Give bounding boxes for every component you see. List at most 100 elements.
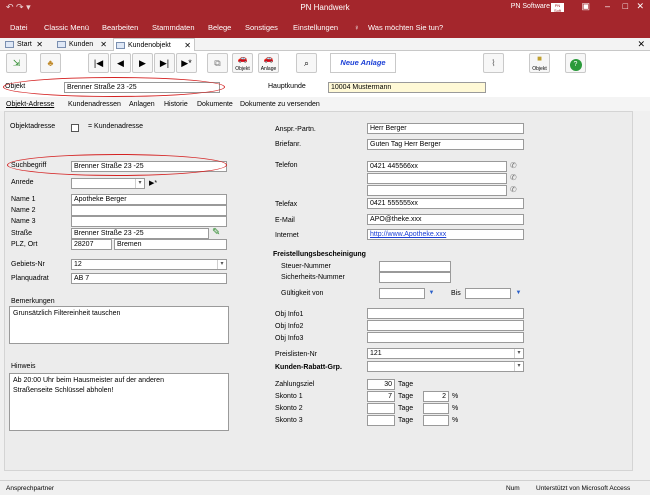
objekt-button[interactable]: 🚗 Objekt [232, 53, 253, 73]
maximize-icon[interactable]: □ [623, 1, 628, 11]
new-record-icon[interactable]: ▶* [176, 53, 197, 73]
telefon1-field[interactable]: 0421 445566xx [367, 161, 507, 172]
hinweis-textarea[interactable]: Ab 20:00 Uhr beim Hausmeister auf der an… [9, 373, 229, 431]
map-icon[interactable]: ✎ [212, 227, 220, 238]
minimize-icon[interactable]: – [605, 1, 610, 11]
info2-label: Obj Info2 [275, 323, 304, 330]
skonto1-label: Skonto 1 [275, 393, 303, 400]
objektadresse-label: Objektadresse [10, 123, 56, 130]
internet-label: Internet [275, 232, 299, 239]
gebiet-select[interactable]: 12 ▾ [71, 259, 227, 270]
phone-icon[interactable]: ✆ [510, 161, 517, 170]
paperclip-icon[interactable]: ⌇ [483, 53, 504, 73]
telefon3-field[interactable] [367, 185, 507, 196]
telefon-label: Telefon [275, 162, 298, 169]
ribbon-display-icon[interactable]: ▣ [581, 1, 590, 12]
telefax-field[interactable]: 0421 555555xx [367, 198, 524, 209]
name3-label: Name 3 [11, 218, 36, 225]
briefanr-field[interactable]: Guten Tag Herr Berger [367, 139, 524, 150]
gueltig-bis-field[interactable] [465, 288, 511, 299]
preisliste-select[interactable]: 121 ▾ [367, 348, 524, 359]
ort-field[interactable]: Bremen [114, 239, 227, 250]
exit-icon[interactable]: ⇲ [6, 53, 27, 73]
menu-belege[interactable]: Belege [208, 23, 231, 32]
hauptkunde-field[interactable]: 10004 Mustermann [328, 82, 486, 93]
chevron-down-icon[interactable]: ▾ [514, 362, 523, 371]
name1-field[interactable]: Apotheke Berger [71, 194, 227, 205]
tab-kundenobjekt[interactable]: Kundenobjekt ✕ [113, 38, 195, 51]
objekt-right-button[interactable]: ■ Objekt [529, 53, 550, 73]
phone-icon[interactable]: ✆ [510, 173, 517, 182]
skonto1-pct-field[interactable]: 2 [423, 391, 449, 402]
menu-sonstiges[interactable]: Sonstiges [245, 23, 278, 32]
annotation-circle [7, 154, 227, 176]
chevron-down-icon[interactable]: ▾ [217, 260, 226, 269]
menu-datei[interactable]: Datei [10, 23, 28, 32]
info1-field[interactable] [367, 308, 524, 319]
rabatt-select[interactable]: ▾ [367, 361, 524, 372]
bemerkungen-textarea[interactable]: Grunsätzlich Filtereinheit tauschen [9, 306, 229, 344]
menu-bearbeiten[interactable]: Bearbeiten [102, 23, 138, 32]
strasse-label: Straße [11, 230, 33, 237]
telefon2-field[interactable] [367, 173, 507, 184]
close-icon[interactable]: ✕ [636, 1, 644, 12]
menu-tell-me[interactable]: Was möchten Sie tun? [368, 23, 443, 32]
dropdown-arrow-icon[interactable]: ▼ [427, 289, 436, 298]
menu-einstellungen[interactable]: Einstellungen [293, 23, 338, 32]
strasse-field[interactable]: Brenner Straße 23 -25 [71, 228, 209, 239]
close-tab-icon[interactable]: ✕ [36, 38, 43, 51]
skonto1-tage-field[interactable]: 7 [367, 391, 395, 402]
anrede-select[interactable]: ▾ [71, 178, 145, 189]
menu-stammdaten[interactable]: Stammdaten [152, 23, 195, 32]
steuer-field[interactable] [379, 261, 451, 272]
tab-objekt-adresse[interactable]: Objekt-Adresse [6, 101, 54, 108]
skonto2-pct-field[interactable] [423, 403, 449, 414]
first-record-icon[interactable]: |◀ [88, 53, 109, 73]
email-field[interactable]: APO@theke.xxx [367, 214, 524, 225]
internet-link[interactable]: http://www.Apotheke.xxx [367, 229, 524, 240]
phone-icon[interactable]: ✆ [510, 185, 517, 194]
tab-historie[interactable]: Historie [164, 101, 188, 108]
tab-anlagen[interactable]: Anlagen [129, 101, 155, 108]
new-anrede-icon[interactable]: ▶* [149, 179, 157, 187]
anlage-button[interactable]: 🚗 Anlage [258, 53, 279, 73]
help-icon[interactable]: ? [565, 53, 586, 73]
annotation-circle [3, 77, 225, 97]
skonto3-pct-field[interactable] [423, 415, 449, 426]
search-icon[interactable]: ⌕ [296, 53, 317, 73]
tab-kunden[interactable]: Kunden ✕ [55, 38, 110, 51]
skonto2-pct-label: % [452, 405, 459, 412]
name2-field[interactable] [71, 205, 227, 216]
previous-record-icon[interactable]: ◀ [110, 53, 131, 73]
skonto2-tage-field[interactable] [367, 403, 395, 414]
zahlungsziel-field[interactable]: 30 [367, 379, 395, 390]
gueltig-von-field[interactable] [379, 288, 425, 299]
tab-kundenadressen[interactable]: Kundenadressen [68, 101, 121, 108]
ansprech-field[interactable]: Herr Berger [367, 123, 524, 134]
skonto3-tage-field[interactable] [367, 415, 395, 426]
tab-dokumente[interactable]: Dokumente [197, 101, 233, 108]
tab-dokumente-versenden[interactable]: Dokumente zu versenden [240, 101, 320, 108]
copy-icon[interactable]: ⧉ [207, 53, 228, 73]
close-all-icon[interactable]: ✕ [637, 39, 645, 50]
info2-field[interactable] [367, 320, 524, 331]
next-record-icon[interactable]: ▶ [132, 53, 153, 73]
close-tab-icon[interactable]: ✕ [100, 38, 107, 51]
plz-field[interactable]: 28207 [71, 239, 112, 250]
tab-start[interactable]: Start ✕ [3, 38, 49, 51]
sicherheit-field[interactable] [379, 272, 451, 283]
neue-anlage-button[interactable]: Neue Anlage [330, 53, 396, 73]
name3-field[interactable] [71, 216, 227, 227]
users-icon[interactable]: ♣ [40, 53, 61, 73]
chevron-down-icon[interactable]: ▾ [135, 179, 144, 188]
form-toolbar: ⇲ ♣ |◀ ◀ ▶ ▶| ▶* ⧉ 🚗 Objekt 🚗 Anlage ⌕ Neu… [0, 51, 650, 79]
vertical-scrollbar[interactable] [634, 111, 642, 471]
kundenadresse-checkbox[interactable] [71, 124, 79, 132]
planquadrat-field[interactable]: AB 7 [71, 273, 227, 284]
menu-classic[interactable]: Classic Menü [44, 23, 89, 32]
user-name: PN Software [510, 3, 550, 10]
last-record-icon[interactable]: ▶| [154, 53, 175, 73]
dropdown-arrow-icon[interactable]: ▼ [514, 289, 523, 298]
chevron-down-icon[interactable]: ▾ [514, 349, 523, 358]
info3-field[interactable] [367, 332, 524, 343]
